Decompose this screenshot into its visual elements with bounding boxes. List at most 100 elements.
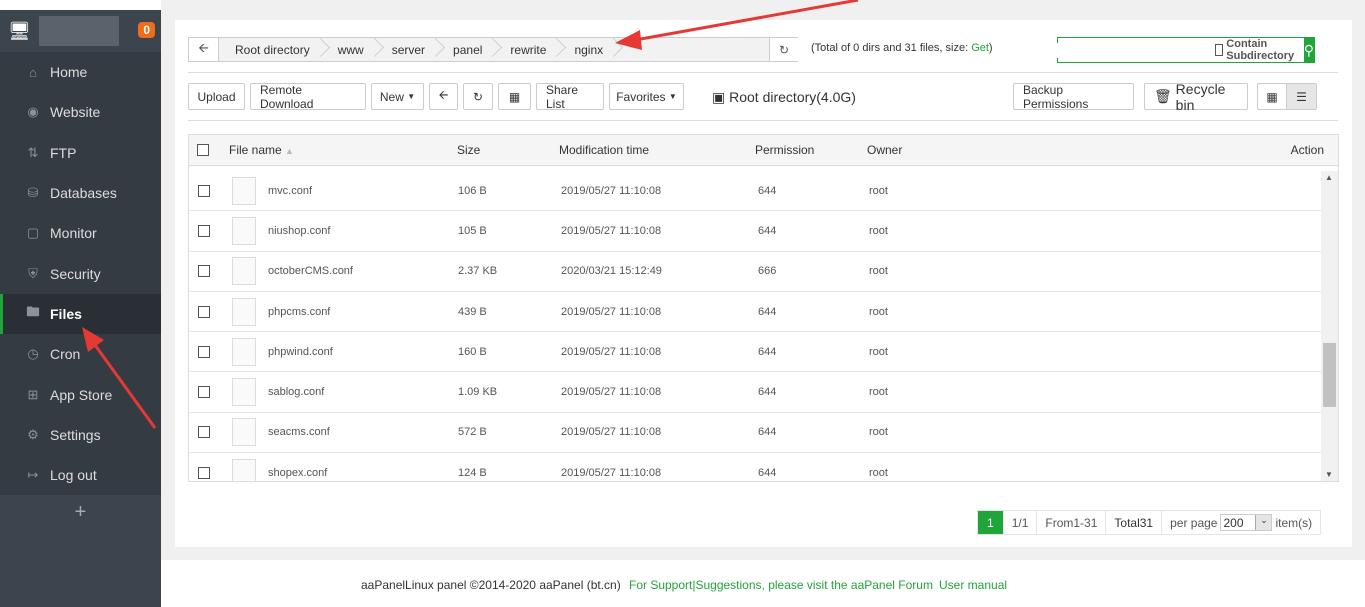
file-size: 572 B — [458, 426, 487, 439]
file-permission[interactable]: 644 — [758, 225, 776, 237]
row-checkbox[interactable] — [198, 265, 210, 278]
add-menu-button[interactable]: + — [0, 501, 161, 524]
breadcrumb-item[interactable]: www — [322, 43, 376, 57]
file-name[interactable]: phpwind.conf — [268, 346, 333, 358]
search-input[interactable] — [1029, 42, 1215, 58]
file-permission[interactable]: 644 — [758, 346, 776, 358]
file-permission[interactable]: 644 — [758, 306, 776, 318]
file-permission[interactable]: 644 — [758, 467, 776, 479]
file-name[interactable]: sablog.conf — [268, 386, 324, 398]
scrollbar-thumb[interactable] — [1323, 343, 1336, 407]
back-button[interactable]: 🡨 — [189, 38, 219, 61]
new-dropdown[interactable]: New ▼ — [371, 83, 424, 110]
file-owner[interactable]: root — [869, 225, 888, 237]
share-list-button[interactable]: Share List — [536, 83, 604, 111]
row-checkbox[interactable] — [198, 184, 210, 197]
breadcrumb-item[interactable]: panel — [437, 43, 494, 57]
new-label: New — [379, 89, 404, 104]
file-owner[interactable]: root — [869, 185, 888, 197]
file-permission[interactable]: 666 — [758, 265, 776, 277]
recycle-bin-button[interactable]: 🗑 Recycle bin — [1144, 81, 1248, 113]
backup-permissions-button[interactable]: Backup Permissions — [1013, 83, 1134, 111]
refresh-path-button[interactable]: ↻ — [769, 38, 798, 61]
breadcrumb-item[interactable]: Root directory — [219, 43, 322, 57]
page-current[interactable]: 1 — [978, 511, 1004, 534]
file-name[interactable]: mvc.conf — [268, 185, 312, 197]
file-permission[interactable]: 644 — [758, 185, 776, 197]
table-row[interactable]: sablog.conf 1.09 KB 2019/05/27 11:10:08 … — [189, 372, 1321, 413]
row-checkbox[interactable] — [198, 426, 210, 439]
row-checkbox[interactable] — [198, 466, 210, 479]
sidebar-item-cron[interactable]: ◷ Cron — [0, 334, 161, 374]
table-scrollbar[interactable]: ▲ ▼ — [1321, 171, 1338, 481]
table-row[interactable]: shopex.conf 124 B 2019/05/27 11:10:08 64… — [189, 453, 1321, 481]
sidebar-item-files[interactable]: 🖿 Files — [0, 293, 161, 335]
scroll-down-icon[interactable]: ▼ — [1325, 470, 1333, 479]
table-row[interactable]: mvc.conf 106 B 2019/05/27 11:10:08 644 r… — [189, 171, 1321, 212]
file-name[interactable]: phpcms.conf — [268, 306, 330, 318]
sidebar-item-monitor[interactable]: ▢ Monitor — [0, 213, 161, 253]
checkbox[interactable] — [1214, 44, 1224, 56]
breadcrumb-item[interactable]: rewrite — [494, 43, 558, 57]
table-row[interactable]: phpwind.conf 160 B 2019/05/27 11:10:08 6… — [189, 332, 1321, 373]
gear-icon: ⚙ — [27, 426, 39, 442]
file-owner[interactable]: root — [869, 346, 888, 358]
sidebar-item-log-out[interactable]: ↦ Log out — [0, 455, 161, 495]
col-owner[interactable]: Owner — [867, 143, 902, 157]
col-file-name[interactable]: File name ▲ — [229, 143, 294, 157]
file-owner[interactable]: root — [869, 426, 888, 438]
refresh-button[interactable]: ↻ — [463, 83, 493, 110]
table-row[interactable]: niushop.conf 105 B 2019/05/27 11:10:08 6… — [189, 211, 1321, 252]
user-manual-link[interactable]: User manual — [939, 578, 1007, 592]
sidebar-item-security[interactable]: ⛨ Security — [0, 253, 161, 293]
search-box[interactable]: Contain Subdirectory ⚲ — [1029, 37, 1315, 63]
sidebar-item-databases[interactable]: ⛁ Databases — [0, 173, 161, 213]
get-size-link[interactable]: Get — [971, 42, 989, 54]
sidebar-item-app-store[interactable]: ⊞ App Store — [0, 374, 161, 414]
file-permission[interactable]: 644 — [758, 426, 776, 438]
select-all-checkbox[interactable] — [197, 144, 209, 156]
col-size[interactable]: Size — [457, 143, 480, 157]
file-permission[interactable]: 644 — [758, 386, 776, 398]
contain-subdirectory-checkbox[interactable]: Contain Subdirectory — [1214, 38, 1298, 62]
grid-view-button[interactable]: ▦ — [1257, 83, 1287, 110]
sidebar-item-settings[interactable]: ⚙ Settings — [0, 415, 161, 455]
breadcrumb: 🡨 Root directory www server panel rewrite ngi… — [188, 37, 798, 62]
remote-download-button[interactable]: Remote Download — [250, 83, 366, 111]
breadcrumb-item[interactable]: nginx — [558, 43, 615, 57]
table-row[interactable]: octoberCMS.conf 2.37 KB 2020/03/21 15:12… — [189, 252, 1321, 292]
file-owner[interactable]: root — [869, 467, 888, 479]
disk-root[interactable]: ▣ Root directory(4.0G) — [712, 89, 856, 106]
back-button-toolbar[interactable]: 🡨 — [429, 83, 458, 110]
sidebar-item-home[interactable]: ⌂ Home — [0, 52, 161, 92]
file-owner[interactable]: root — [869, 306, 888, 318]
file-owner[interactable]: root — [869, 265, 888, 277]
file-icon — [232, 176, 256, 205]
row-checkbox[interactable] — [198, 386, 210, 399]
per-page-select[interactable]: 200 ⌄ — [1220, 514, 1273, 531]
scroll-up-icon[interactable]: ▲ — [1325, 173, 1333, 182]
notification-badge[interactable]: 0 — [138, 22, 155, 38]
table-row[interactable]: phpcms.conf 439 B 2019/05/27 11:10:08 64… — [189, 292, 1321, 333]
search-button[interactable]: ⚲ — [1303, 38, 1314, 62]
sidebar-item-ftp[interactable]: ⇅ FTP — [0, 133, 161, 173]
file-owner[interactable]: root — [869, 386, 888, 398]
breadcrumb-item[interactable]: server — [376, 43, 437, 57]
row-checkbox[interactable] — [198, 345, 210, 358]
list-view-button[interactable]: ☰ — [1286, 83, 1317, 110]
sidebar-item-website[interactable]: ◉ Website — [0, 92, 161, 132]
col-permission[interactable]: Permission — [755, 143, 814, 157]
row-checkbox[interactable] — [198, 224, 210, 237]
col-modification-time[interactable]: Modification time — [559, 143, 649, 157]
row-checkbox[interactable] — [198, 305, 210, 318]
favorites-dropdown[interactable]: Favorites ▼ — [609, 83, 684, 110]
file-name[interactable]: seacms.conf — [268, 426, 330, 438]
support-link[interactable]: For Support|Suggestions, please visit th… — [629, 578, 933, 592]
file-name[interactable]: niushop.conf — [268, 225, 330, 237]
upload-button[interactable]: Upload — [188, 83, 245, 110]
file-name[interactable]: octoberCMS.conf — [268, 265, 353, 277]
terminal-button[interactable]: ▦ — [498, 83, 531, 110]
table-row[interactable]: seacms.conf 572 B 2019/05/27 11:10:08 64… — [189, 413, 1321, 454]
summary-text: (Total of 0 dirs and 31 files, size: — [811, 42, 972, 54]
file-name[interactable]: shopex.conf — [268, 467, 327, 479]
